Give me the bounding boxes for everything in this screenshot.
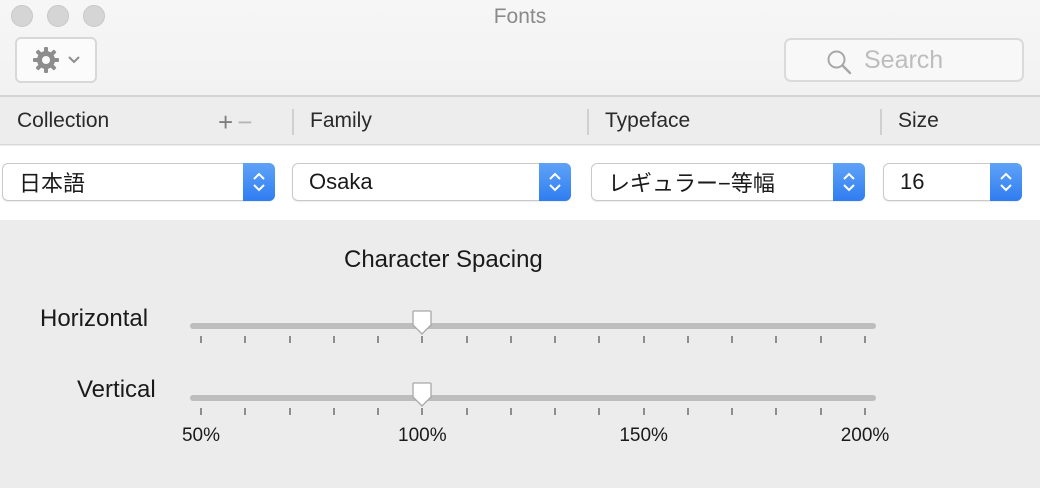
add-collection-button[interactable]: +: [218, 107, 237, 138]
slider-tick: [244, 336, 247, 343]
family-column-header: Family: [310, 109, 372, 132]
slider-tick: [200, 408, 202, 415]
slider-tick: [598, 408, 601, 415]
column-header-row: Collection +− Family Typeface Size: [0, 99, 1040, 145]
slider-tick: [554, 408, 557, 415]
vertical-spacing-label: Vertical: [77, 376, 156, 403]
family-popup-value: Osaka: [309, 169, 373, 194]
slider-tick: [288, 408, 291, 415]
slider-tick: [686, 408, 689, 415]
action-menu-button[interactable]: [15, 37, 97, 83]
typeface-popup[interactable]: レギュラー−等幅: [591, 162, 865, 201]
fonts-window: Fonts Search Collection +− Family Typefa…: [0, 0, 1040, 488]
slider-tick: [332, 408, 335, 415]
horizontal-spacing-slider[interactable]: [190, 310, 876, 356]
slider-tick: [554, 336, 557, 343]
size-popup-value: 16: [900, 169, 925, 194]
slider-tick: [377, 336, 380, 343]
window-title: Fonts: [493, 5, 547, 28]
updown-chevron-icon: [990, 162, 1022, 201]
slider-tick: [509, 408, 512, 415]
slider-track: [190, 395, 876, 401]
slider-tick: [421, 408, 424, 415]
search-field[interactable]: [784, 38, 1024, 82]
slider-tick: [642, 336, 645, 343]
slider-knob[interactable]: [411, 310, 433, 336]
scale-label: 100%: [398, 425, 447, 446]
search-input[interactable]: [862, 44, 1022, 76]
slider-ticks: [200, 336, 866, 344]
slider-tick: [775, 408, 778, 415]
slider-tick: [642, 408, 645, 415]
search-icon: [826, 49, 852, 80]
size-popup[interactable]: 16: [883, 162, 1022, 201]
slider-tick: [686, 336, 689, 343]
typeface-popup-value: レギュラー−等幅: [608, 171, 775, 196]
collection-popup-value: 日本語: [19, 171, 86, 196]
typeface-column-header: Typeface: [605, 109, 691, 132]
slider-tick: [864, 336, 866, 343]
scale-label: 150%: [619, 425, 668, 446]
title-bar: Fonts: [0, 0, 1040, 97]
family-popup[interactable]: Osaka: [292, 162, 571, 201]
slider-knob[interactable]: [411, 382, 433, 408]
updown-chevron-icon: [833, 162, 865, 201]
slider-tick: [731, 336, 734, 343]
size-column-header: Size: [898, 109, 939, 132]
slider-tick: [819, 336, 822, 343]
collection-column-header: Collection: [17, 109, 110, 132]
slider-tick: [200, 336, 202, 343]
font-selection-row: 日本語 Osaka レギュラー−等幅 16: [0, 146, 1040, 220]
column-divider[interactable]: [880, 109, 882, 135]
slider-tick: [775, 336, 778, 343]
remove-collection-button[interactable]: −: [237, 107, 256, 138]
vertical-spacing-slider[interactable]: [190, 382, 876, 428]
slider-tick: [731, 408, 734, 415]
slider-tick: [377, 408, 380, 415]
slider-tick: [332, 336, 335, 343]
updown-chevron-icon: [539, 162, 571, 201]
updown-chevron-icon: [243, 162, 275, 201]
slider-ticks: [200, 408, 866, 416]
column-divider[interactable]: [587, 109, 589, 135]
slider-tick: [288, 336, 291, 343]
scale-label: 200%: [840, 425, 890, 446]
slider-tick: [244, 408, 247, 415]
character-spacing-title: Character Spacing: [344, 246, 543, 273]
slider-tick: [598, 336, 601, 343]
slider-tick: [465, 408, 468, 415]
slider-tick: [421, 336, 424, 343]
gear-icon: [31, 45, 61, 75]
slider-tick: [465, 336, 468, 343]
collection-popup[interactable]: 日本語: [2, 162, 275, 201]
slider-tick: [509, 336, 512, 343]
column-divider[interactable]: [292, 109, 294, 135]
horizontal-spacing-label: Horizontal: [40, 305, 149, 332]
slider-tick: [864, 408, 866, 415]
collection-add-remove: +−: [218, 107, 256, 138]
scale-label: 50%: [181, 425, 221, 446]
slider-tick: [819, 408, 822, 415]
chevron-down-icon: [67, 55, 81, 65]
slider-track: [190, 323, 876, 329]
